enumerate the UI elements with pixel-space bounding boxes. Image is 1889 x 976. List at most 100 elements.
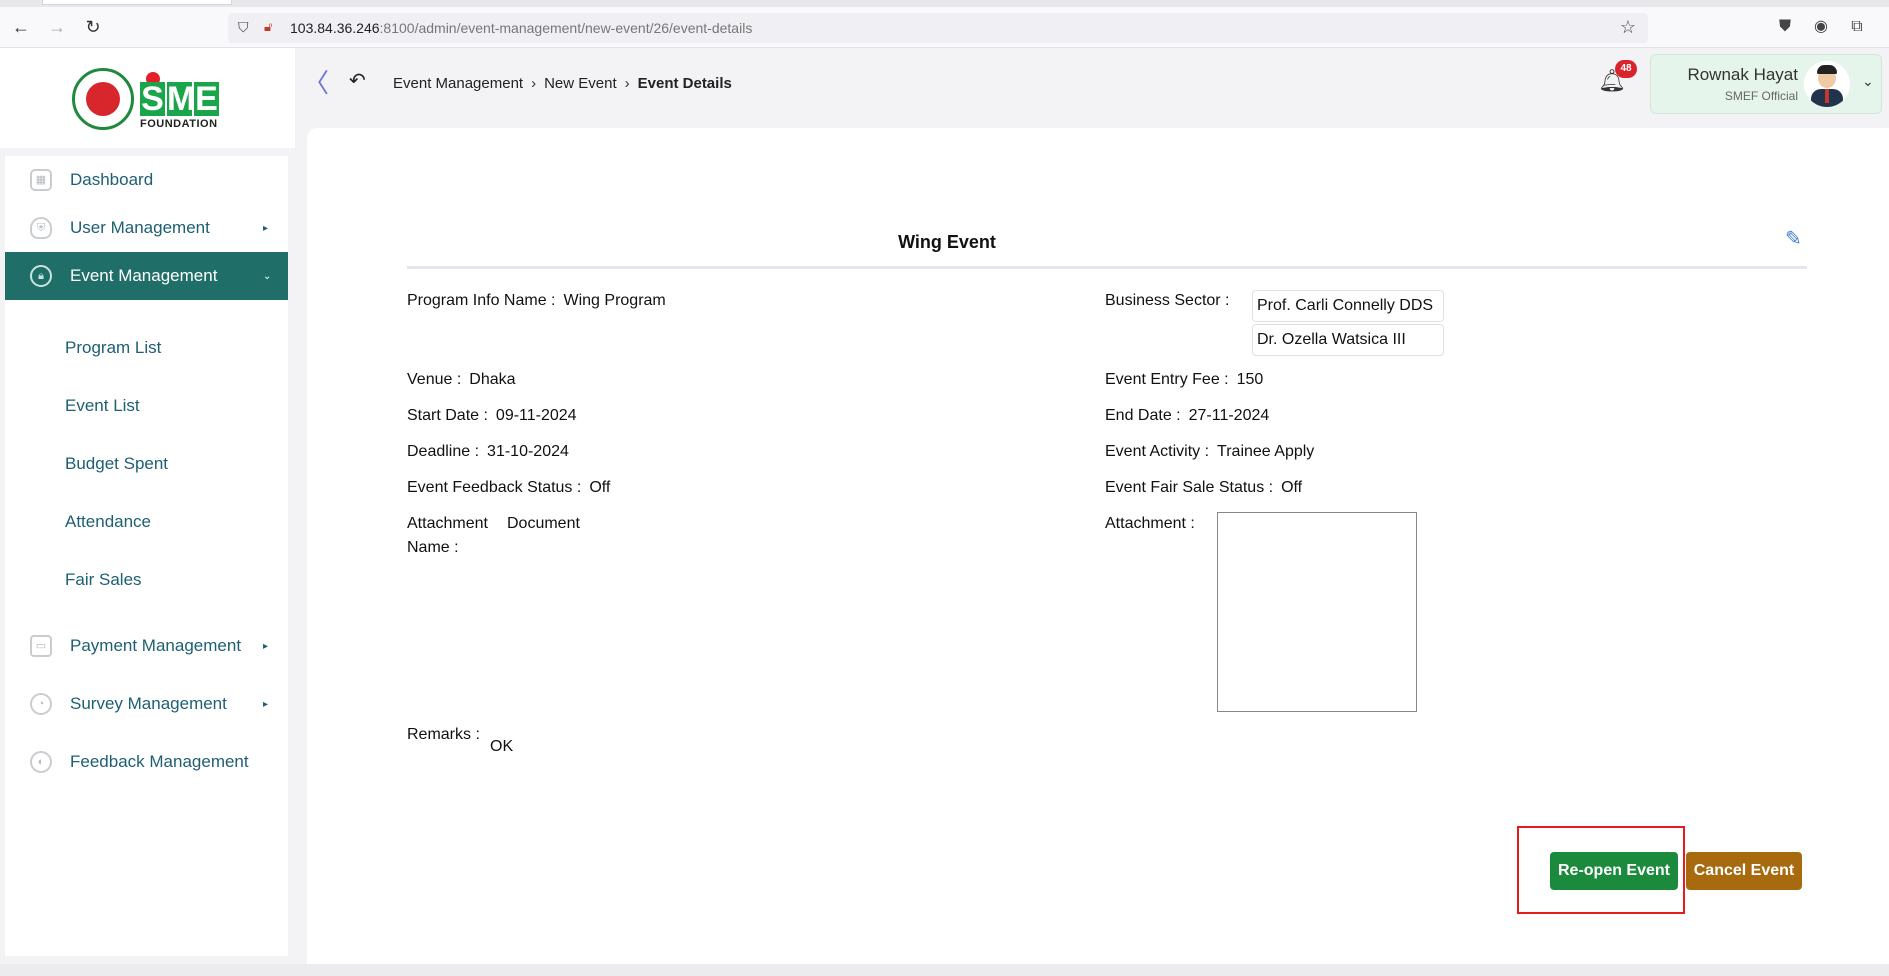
field-remarks-value: OK bbox=[490, 738, 514, 755]
sidebar-nav: ▦ Dashboard ⛨ User Management ▸ 🔒︎ Event… bbox=[5, 156, 288, 956]
notification-count-badge[interactable]: 48 bbox=[1615, 60, 1637, 78]
business-sector-tag: Dr. Ozella Watsica III bbox=[1252, 324, 1444, 356]
field-value: 150 bbox=[1236, 371, 1264, 388]
field-label: Event Feedback Status : bbox=[407, 479, 582, 496]
field-value: Dhaka bbox=[469, 371, 516, 388]
caret-right-icon: ▸ bbox=[263, 222, 269, 234]
logo-letter: E bbox=[194, 80, 219, 118]
bookmark-star-icon[interactable]: ☆ bbox=[1620, 17, 1636, 38]
field-fair-sale-status: Event Fair Sale Status : Off bbox=[1105, 479, 1302, 497]
feedback-icon: ◐ bbox=[30, 751, 52, 773]
breadcrumb: Event Management › New Event › Event Details bbox=[393, 75, 732, 92]
caret-down-icon: ⌄ bbox=[263, 270, 272, 282]
field-label: Start Date : bbox=[407, 407, 488, 424]
field-label: Event Fair Sale Status : bbox=[1105, 479, 1274, 496]
chevron-right-icon: › bbox=[531, 75, 537, 92]
field-business-sector-label: Business Sector : bbox=[1105, 292, 1230, 309]
forward-arrow-icon[interactable]: → bbox=[46, 16, 68, 38]
shield-user-icon: ⛨ bbox=[30, 217, 52, 239]
url-text[interactable]: 103.84.36.246:8100/admin/event-managemen… bbox=[290, 20, 752, 36]
government-emblem-logo bbox=[72, 68, 134, 130]
field-attachment-label: Attachment : bbox=[1105, 515, 1195, 532]
field-venue: Venue : Dhaka bbox=[407, 371, 516, 389]
sidebar-subitem-fair-sales[interactable]: Fair Sales bbox=[65, 570, 142, 590]
sidebar-subitem-program-list[interactable]: Program List bbox=[65, 338, 161, 358]
insecure-lock-icon[interactable]: 🔓︎ bbox=[264, 19, 272, 35]
field-value: 27-11-2024 bbox=[1188, 407, 1270, 424]
sidebar-item-event-management[interactable]: 🔒︎ Event Management ⌄ bbox=[5, 252, 288, 300]
field-label: Deadline : bbox=[407, 443, 480, 460]
grid-icon: ▦ bbox=[30, 169, 52, 191]
url-host: 103.84.36.246 bbox=[290, 20, 380, 36]
breadcrumb-item-event-management[interactable]: Event Management bbox=[393, 75, 523, 92]
address-bar[interactable]: ⛉ 🔓︎ 103.84.36.246:8100/admin/event-mana… bbox=[228, 13, 1648, 43]
field-value: Off bbox=[1281, 479, 1303, 496]
field-value: 09-11-2024 bbox=[495, 407, 577, 424]
breadcrumb-item-new-event[interactable]: New Event bbox=[544, 75, 617, 92]
event-details-panel: Wing Event ✎ Program Info Name : Wing Pro… bbox=[307, 128, 1889, 964]
page-bottom-strip bbox=[0, 964, 1889, 976]
sidebar-item-user-management[interactable]: ⛨ User Management ▸ bbox=[5, 204, 288, 252]
field-attachment-name-value: Document bbox=[507, 515, 580, 532]
field-attachment-name-label-line1: Attachment bbox=[407, 515, 488, 532]
sidebar-item-label: Dashboard bbox=[70, 170, 154, 189]
logo-subtitle: FOUNDATION bbox=[140, 118, 218, 130]
field-value: Off bbox=[589, 479, 611, 496]
event-title: Wing Event bbox=[898, 232, 996, 252]
sidebar-item-feedback-management[interactable]: ◐ Feedback Management bbox=[5, 738, 288, 786]
pocket-icon[interactable]: ⛊ bbox=[1774, 16, 1796, 38]
sidebar-item-label: Event Management bbox=[70, 266, 218, 285]
brand-logo-area[interactable]: SME FOUNDATION bbox=[0, 48, 295, 148]
field-end-date: End Date : 27-11-2024 bbox=[1105, 407, 1269, 425]
breadcrumb-item-current: Event Details bbox=[637, 75, 732, 92]
field-remarks-label: Remarks : bbox=[407, 726, 480, 743]
shield-icon[interactable]: ⛉ bbox=[238, 19, 249, 36]
sidebar-item-payment-management[interactable]: ▭ Payment Management ▸ bbox=[5, 622, 288, 670]
avatar bbox=[1804, 61, 1850, 107]
caret-right-icon: ▸ bbox=[263, 640, 269, 652]
reload-icon[interactable]: ↻ bbox=[82, 16, 104, 38]
sidebar-item-dashboard[interactable]: ▦ Dashboard bbox=[5, 156, 288, 204]
field-entry-fee: Event Entry Fee : 150 bbox=[1105, 371, 1263, 389]
pie-chart-icon: ◔ bbox=[30, 693, 52, 715]
field-label: End Date : bbox=[1105, 407, 1181, 424]
sidebar-subitem-attendance[interactable]: Attendance bbox=[65, 512, 151, 532]
title-divider bbox=[407, 266, 1807, 269]
extensions-icon[interactable]: ⧉ bbox=[1846, 16, 1868, 38]
logo-letter: S bbox=[140, 80, 165, 118]
sidebar-item-label: Survey Management bbox=[70, 694, 227, 713]
account-icon[interactable]: ◉ bbox=[1810, 16, 1832, 38]
field-label: Program Info Name : bbox=[407, 292, 556, 309]
field-value: Wing Program bbox=[563, 292, 666, 309]
cancel-event-button[interactable]: Cancel Event bbox=[1686, 852, 1802, 890]
browser-toolbar: ← → ↻ ⛉ 🔓︎ 103.84.36.246:8100/admin/even… bbox=[0, 0, 1889, 48]
field-label: Event Activity : bbox=[1105, 443, 1210, 460]
back-undo-icon[interactable]: ↶ bbox=[349, 68, 366, 93]
back-arrow-icon[interactable]: ← bbox=[10, 16, 32, 38]
sidebar-item-label: Payment Management bbox=[70, 636, 242, 655]
payment-icon: ▭ bbox=[30, 635, 52, 657]
sidebar-item-label: User Management bbox=[70, 218, 210, 237]
sidebar-item-survey-management[interactable]: ◔ Survey Management ▸ bbox=[5, 680, 288, 728]
collapse-sidebar-chevron-icon[interactable]: 〈 bbox=[303, 70, 329, 96]
sidebar-subitem-event-list[interactable]: Event List bbox=[65, 396, 140, 416]
sme-foundation-logo: SME FOUNDATION bbox=[140, 72, 230, 130]
field-label: Event Entry Fee : bbox=[1105, 371, 1229, 388]
user-profile-menu[interactable]: Rownak Hayat SMEF Official ⌄ bbox=[1650, 54, 1882, 114]
field-value: Trainee Apply bbox=[1217, 443, 1315, 460]
edit-pencil-icon[interactable]: ✎ bbox=[1785, 226, 1802, 251]
attachment-preview-frame[interactable] bbox=[1217, 512, 1417, 712]
url-path: :8100/admin/event-management/new-event/2… bbox=[379, 20, 753, 36]
caret-right-icon: ▸ bbox=[263, 698, 269, 710]
reopen-event-button[interactable]: Re-open Event bbox=[1550, 852, 1678, 890]
field-feedback-status: Event Feedback Status : Off bbox=[407, 479, 610, 497]
chevron-down-icon[interactable]: ⌄ bbox=[1862, 73, 1874, 90]
sidebar-subitem-budget-spent[interactable]: Budget Spent bbox=[65, 454, 168, 474]
lock-icon: 🔒︎ bbox=[30, 265, 52, 287]
browser-tab[interactable] bbox=[42, 0, 232, 5]
browser-tab-strip bbox=[0, 0, 1889, 7]
logo-letter: M bbox=[167, 80, 196, 118]
chevron-right-icon: › bbox=[624, 75, 630, 92]
field-start-date: Start Date : 09-11-2024 bbox=[407, 407, 577, 425]
user-name: Rownak Hayat bbox=[1687, 65, 1798, 84]
